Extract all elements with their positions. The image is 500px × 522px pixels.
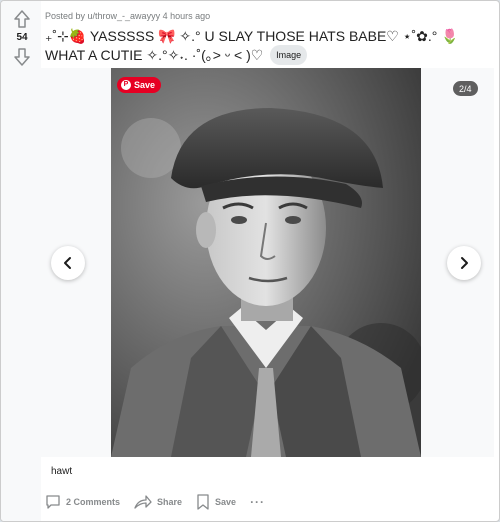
share-icon (134, 495, 152, 509)
gallery: P Save 2/4 (39, 68, 494, 457)
downvote-button[interactable] (12, 47, 32, 67)
share-button[interactable]: Share (134, 494, 182, 510)
vote-column: 54 (1, 1, 41, 521)
pinterest-save-label: Save (134, 80, 156, 90)
post-title-text: ₊˚⊹🍓 YASSSSS 🎀 ✧.° U SLAY THOSE HATS BAB… (45, 28, 459, 63)
chevron-right-icon (461, 257, 468, 269)
save-post-label: Save (215, 497, 237, 507)
save-post-button[interactable]: Save (196, 494, 236, 510)
more-options-button[interactable]: ··· (250, 495, 265, 509)
share-label: Share (157, 497, 183, 507)
author-link[interactable]: u/throw_-_awayyy (88, 11, 161, 21)
comments-label: 2 Comments (66, 497, 121, 507)
bookmark-icon (197, 494, 209, 510)
pinterest-save-button[interactable]: P Save (117, 77, 162, 93)
gallery-counter: 2/4 (453, 81, 478, 96)
pinterest-icon: P (121, 80, 131, 90)
post-title[interactable]: ₊˚⊹🍓 YASSSSS 🎀 ✧.° U SLAY THOSE HATS BAB… (45, 27, 495, 65)
post-meta: Posted by u/throw_-_awayyy 4 hours ago (45, 11, 210, 21)
portrait-photo (111, 68, 421, 457)
meta-prefix: Posted by (45, 11, 88, 21)
comments-button[interactable]: 2 Comments (45, 494, 120, 510)
post-flair[interactable]: Image (270, 45, 308, 65)
upvote-arrow-icon (14, 10, 30, 28)
downvote-arrow-icon (14, 48, 30, 66)
post-actions: 2 Comments Share Save ··· (45, 493, 265, 511)
post-card: 54 Posted by u/throw_-_awayyy 4 hours ag… (0, 0, 500, 522)
comment-icon (46, 495, 60, 509)
post-time[interactable]: 4 hours ago (163, 11, 211, 21)
gallery-next-button[interactable] (447, 246, 481, 280)
gallery-prev-button[interactable] (51, 246, 85, 280)
chevron-left-icon (64, 257, 71, 269)
upvote-button[interactable] (12, 9, 32, 29)
gallery-image[interactable] (111, 68, 421, 457)
post-caption: hawt (51, 466, 73, 477)
vote-score: 54 (16, 32, 28, 43)
